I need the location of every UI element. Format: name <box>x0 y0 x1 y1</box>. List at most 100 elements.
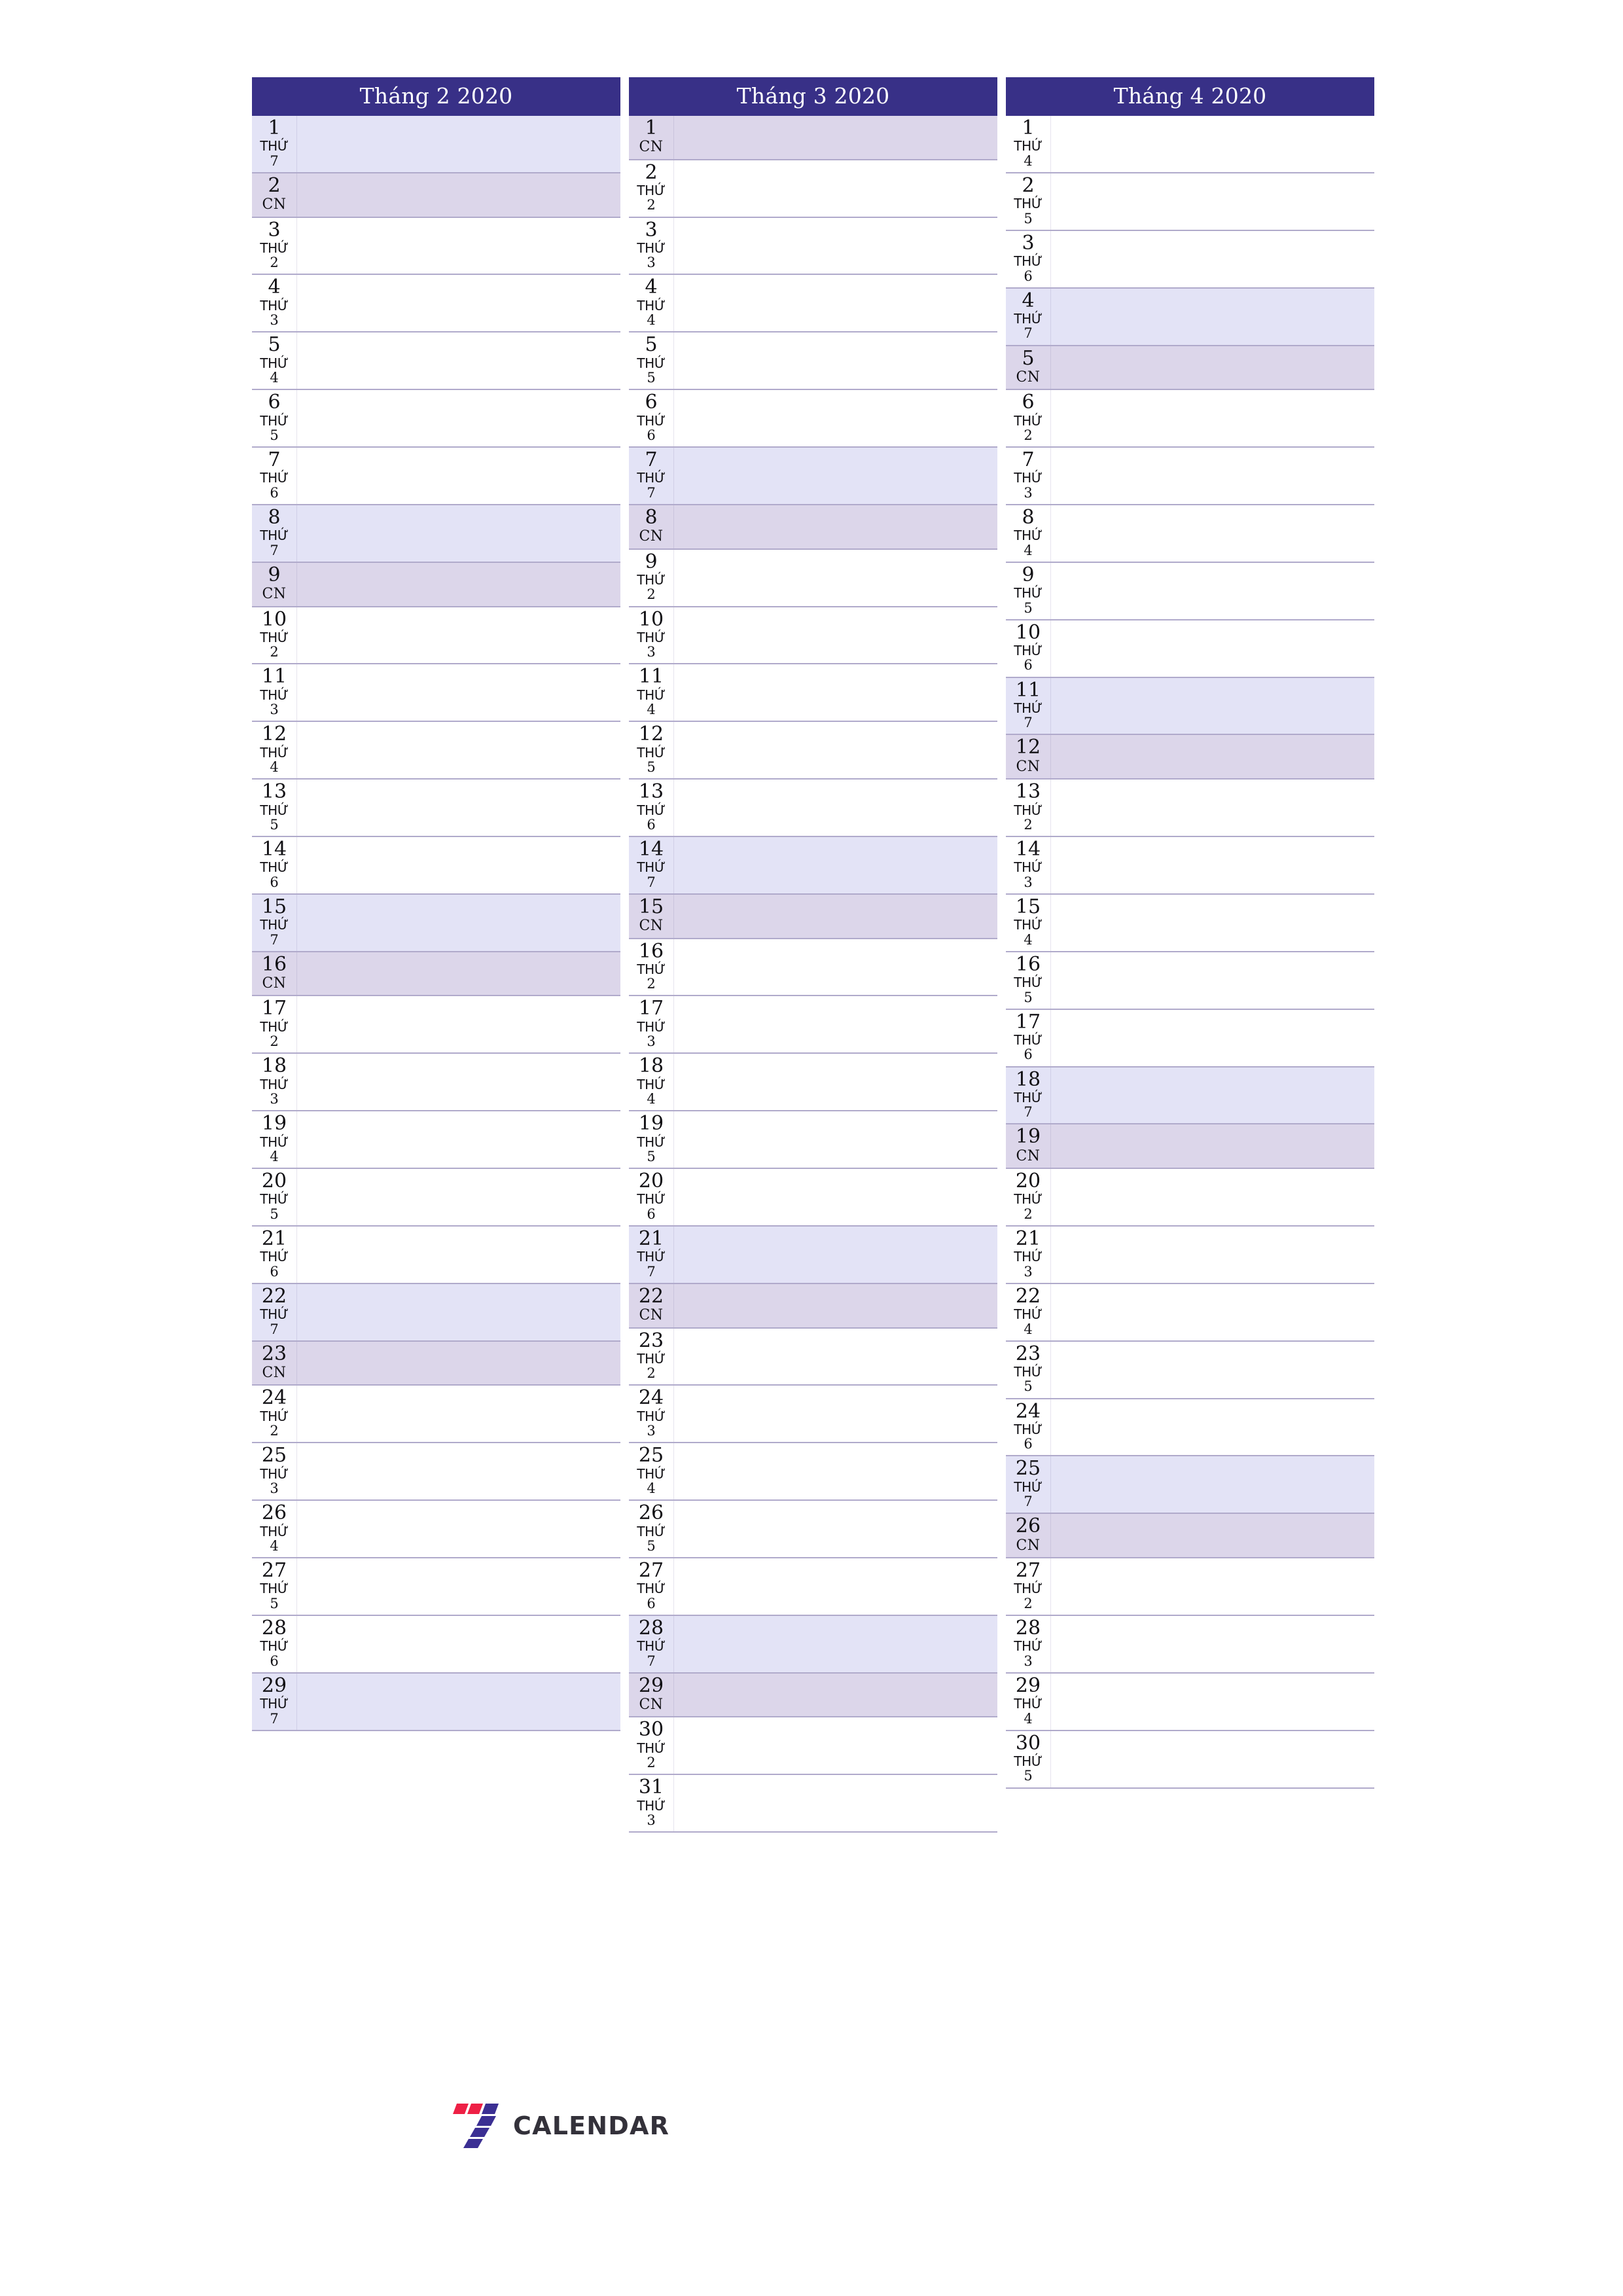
day-label: 28 THỨ 3 <box>1006 1617 1050 1669</box>
day-row[interactable]: 10 THỨ 2 <box>252 607 620 665</box>
day-row[interactable]: 13 THỨ 5 <box>252 780 620 837</box>
day-row[interactable]: 24 THỨ 2 <box>252 1386 620 1444</box>
day-label: 30 THỨ 2 <box>629 1719 673 1770</box>
day-row[interactable]: 29 THỨ 4 <box>1006 1673 1374 1731</box>
day-row[interactable]: 11 THỨ 3 <box>252 664 620 723</box>
day-row[interactable]: 3 THỨ 6 <box>1006 230 1374 289</box>
day-row[interactable]: 25 THỨ 7 <box>1006 1456 1374 1515</box>
day-row[interactable]: 1 THỨ 4 <box>1006 116 1374 173</box>
day-row[interactable]: 27 THỨ 5 <box>252 1558 620 1616</box>
weekday-name: CN <box>1016 1537 1041 1554</box>
day-row[interactable]: 27 THỨ 6 <box>629 1558 997 1616</box>
day-row[interactable]: 8 THỨ 7 <box>252 505 620 563</box>
day-row[interactable]: 31 THỨ 3 <box>629 1775 997 1833</box>
day-row[interactable]: 10 THỨ 6 <box>1006 620 1374 678</box>
day-row[interactable]: 21 THỨ 7 <box>629 1226 997 1284</box>
day-row[interactable]: 14 THỨ 3 <box>1006 837 1374 895</box>
day-row[interactable]: 5 CN <box>1006 346 1374 391</box>
day-row[interactable]: 23 THỨ 5 <box>1006 1341 1374 1399</box>
day-row[interactable]: 4 THỨ 4 <box>629 275 997 333</box>
day-row[interactable]: 15 THỨ 4 <box>1006 894 1374 952</box>
day-label: 25 THỨ 4 <box>629 1444 673 1496</box>
day-row[interactable]: 4 THỨ 7 <box>1006 288 1374 346</box>
day-row[interactable]: 28 THỨ 3 <box>1006 1615 1374 1674</box>
day-row[interactable]: 16 CN <box>252 952 620 997</box>
day-row[interactable]: 4 THỨ 3 <box>252 275 620 333</box>
day-row[interactable]: 1 CN <box>629 116 997 160</box>
day-row[interactable]: 18 THỨ 7 <box>1006 1067 1374 1125</box>
day-row[interactable]: 24 THỨ 3 <box>629 1386 997 1444</box>
day-row[interactable]: 25 THỨ 3 <box>252 1443 620 1501</box>
day-row[interactable]: 3 THỨ 3 <box>629 217 997 276</box>
day-row[interactable]: 26 CN <box>1006 1514 1374 1558</box>
day-row[interactable]: 19 THỨ 5 <box>629 1111 997 1170</box>
day-row[interactable]: 12 CN <box>1006 735 1374 780</box>
day-row[interactable]: 10 THỨ 3 <box>629 607 997 665</box>
day-row[interactable]: 19 THỨ 4 <box>252 1111 620 1170</box>
day-row[interactable]: 17 THỨ 2 <box>252 996 620 1054</box>
day-row[interactable]: 8 CN <box>629 505 997 550</box>
column-divider <box>673 505 674 548</box>
day-row[interactable]: 2 CN <box>252 173 620 218</box>
day-row[interactable]: 13 THỨ 6 <box>629 780 997 837</box>
day-row[interactable]: 7 THỨ 3 <box>1006 448 1374 505</box>
day-row[interactable]: 22 CN <box>629 1283 997 1329</box>
weekday-name: CN <box>639 918 664 935</box>
day-row[interactable]: 12 THỨ 5 <box>629 722 997 780</box>
day-row[interactable]: 6 THỨ 2 <box>1006 390 1374 448</box>
day-row[interactable]: 30 THỨ 5 <box>1006 1731 1374 1789</box>
day-row[interactable]: 3 THỨ 2 <box>252 217 620 276</box>
day-row[interactable]: 11 THỨ 7 <box>1006 677 1374 736</box>
day-row[interactable]: 15 CN <box>629 894 997 939</box>
day-row[interactable]: 23 THỨ 2 <box>629 1328 997 1386</box>
day-row[interactable]: 9 THỨ 2 <box>629 549 997 607</box>
day-row[interactable]: 13 THỨ 2 <box>1006 780 1374 837</box>
day-row[interactable]: 5 THỨ 4 <box>252 332 620 391</box>
day-row[interactable]: 11 THỨ 4 <box>629 664 997 723</box>
day-row[interactable]: 2 THỨ 2 <box>629 160 997 218</box>
day-number: 10 <box>1015 620 1041 644</box>
day-row[interactable]: 8 THỨ 4 <box>1006 505 1374 563</box>
day-row[interactable]: 6 THỨ 6 <box>629 390 997 448</box>
day-row[interactable]: 5 THỨ 5 <box>629 332 997 391</box>
day-row[interactable]: 28 THỨ 7 <box>629 1615 997 1674</box>
day-row[interactable]: 9 THỨ 5 <box>1006 562 1374 620</box>
day-row[interactable]: 1 THỨ 7 <box>252 116 620 173</box>
day-row[interactable]: 21 THỨ 3 <box>1006 1226 1374 1284</box>
day-label: 28 THỨ 7 <box>629 1617 673 1669</box>
day-row[interactable]: 25 THỨ 4 <box>629 1443 997 1501</box>
day-row[interactable]: 18 THỨ 4 <box>629 1054 997 1112</box>
weekday-name: THỨ <box>1014 1581 1043 1597</box>
day-row[interactable]: 24 THỨ 6 <box>1006 1399 1374 1457</box>
day-row[interactable]: 7 THỨ 6 <box>252 448 620 505</box>
day-row[interactable]: 17 THỨ 6 <box>1006 1009 1374 1067</box>
weekday-label: THỨ 4 <box>629 687 673 717</box>
day-row[interactable]: 30 THỨ 2 <box>629 1717 997 1776</box>
day-row[interactable]: 14 THỨ 7 <box>629 837 997 895</box>
day-row[interactable]: 16 THỨ 2 <box>629 939 997 997</box>
day-row[interactable]: 18 THỨ 3 <box>252 1054 620 1112</box>
day-row[interactable]: 20 THỨ 5 <box>252 1169 620 1227</box>
day-row[interactable]: 20 THỨ 6 <box>629 1169 997 1227</box>
day-row[interactable]: 22 THỨ 4 <box>1006 1283 1374 1342</box>
day-row[interactable]: 22 THỨ 7 <box>252 1283 620 1342</box>
day-row[interactable]: 26 THỨ 5 <box>629 1501 997 1558</box>
day-row[interactable]: 2 THỨ 5 <box>1006 173 1374 231</box>
day-row[interactable]: 20 THỨ 2 <box>1006 1169 1374 1227</box>
day-row[interactable]: 28 THỨ 6 <box>252 1615 620 1674</box>
day-row[interactable]: 23 CN <box>252 1341 620 1386</box>
day-row[interactable]: 19 CN <box>1006 1124 1374 1170</box>
day-row[interactable]: 29 THỨ 7 <box>252 1673 620 1731</box>
day-row[interactable]: 29 CN <box>629 1673 997 1718</box>
day-row[interactable]: 12 THỨ 4 <box>252 722 620 780</box>
day-row[interactable]: 26 THỨ 4 <box>252 1501 620 1558</box>
day-row[interactable]: 27 THỨ 2 <box>1006 1558 1374 1616</box>
day-row[interactable]: 17 THỨ 3 <box>629 996 997 1054</box>
day-row[interactable]: 7 THỨ 7 <box>629 448 997 505</box>
day-row[interactable]: 16 THỨ 5 <box>1006 952 1374 1010</box>
day-row[interactable]: 14 THỨ 6 <box>252 837 620 895</box>
day-row[interactable]: 21 THỨ 6 <box>252 1226 620 1284</box>
day-row[interactable]: 9 CN <box>252 562 620 607</box>
day-row[interactable]: 15 THỨ 7 <box>252 894 620 952</box>
day-row[interactable]: 6 THỨ 5 <box>252 390 620 448</box>
